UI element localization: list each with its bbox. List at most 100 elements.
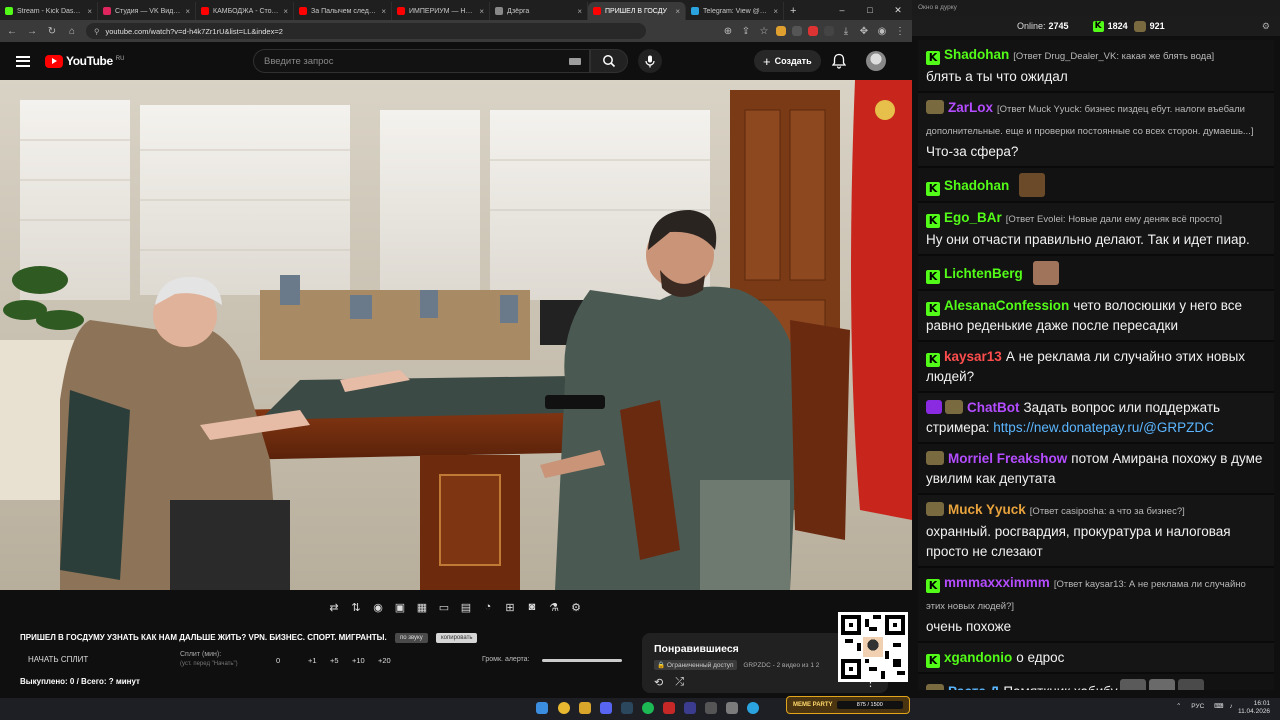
app-icon[interactable]: [663, 702, 675, 714]
chat-username[interactable]: kaysar13: [944, 349, 1002, 364]
keyboard-icon[interactable]: [569, 58, 581, 65]
reload-icon[interactable]: ↻: [46, 26, 58, 37]
tab-close-icon[interactable]: ×: [675, 7, 680, 16]
browser-tab[interactable]: ПРИШЕЛ В ГОСДУ ×: [588, 2, 686, 20]
chat-username[interactable]: Shadohan: [944, 178, 1009, 193]
split-plus-10[interactable]: +10: [352, 656, 365, 665]
shuffle-icon[interactable]: ⤮: [675, 676, 684, 689]
flask-icon[interactable]: ⚗: [545, 598, 563, 616]
discord-icon[interactable]: [600, 702, 612, 714]
sort-icon[interactable]: ⇅: [347, 598, 365, 616]
bookmark-star-icon[interactable]: ☆: [758, 26, 770, 37]
split-plus-20[interactable]: +20: [378, 656, 391, 665]
settings-gear-icon[interactable]: ⚙: [1262, 21, 1270, 32]
steam-icon[interactable]: [621, 702, 633, 714]
alert-volume-slider[interactable]: [542, 659, 622, 662]
copy-pill-button[interactable]: копировать: [435, 633, 478, 643]
chat-username[interactable]: mmmaxxximmm: [944, 575, 1050, 590]
donate-link[interactable]: https://new.donatepay.ru/@GRPZDC: [993, 420, 1214, 435]
taskbar-clock[interactable]: 16:01 11.04.2026: [1238, 700, 1270, 716]
tab-close-icon[interactable]: ×: [577, 7, 582, 16]
chat-username[interactable]: Muck Yyuck: [948, 502, 1026, 517]
file-explorer-icon[interactable]: [579, 702, 591, 714]
url-field[interactable]: ⚲ youtube.com/watch?v=d-h4k7Zr1rU&list=L…: [86, 23, 646, 39]
tab-close-icon[interactable]: ×: [87, 7, 92, 16]
home-icon[interactable]: ⌂: [66, 26, 78, 37]
search-input[interactable]: Введите запрос: [253, 49, 590, 73]
tab-close-icon[interactable]: ×: [283, 7, 288, 16]
hamburger-menu-icon[interactable]: [16, 53, 30, 69]
screenshot-camera-icon[interactable]: ◙: [523, 598, 541, 616]
volume-icon[interactable]: ♪: [1229, 703, 1232, 710]
picture-in-picture-icon[interactable]: ▭: [435, 598, 453, 616]
extensions-puzzle-icon[interactable]: ✥: [858, 26, 870, 37]
extension-icon[interactable]: [792, 26, 802, 36]
close-window-button[interactable]: ✕: [884, 0, 912, 20]
speed-gauge-icon[interactable]: ◔: [479, 598, 497, 616]
browser-tab[interactable]: За Палычем следят и р ×: [294, 2, 392, 20]
new-tab-button[interactable]: +: [784, 2, 802, 20]
network-icon[interactable]: ⌨: [1214, 703, 1223, 710]
split-value-0[interactable]: 0: [276, 656, 280, 665]
youtube-logo[interactable]: YouTube RU: [45, 54, 124, 68]
view-icon[interactable]: ▣: [391, 598, 409, 616]
start-windows-icon[interactable]: [536, 702, 548, 714]
browser-tab[interactable]: КАМБОДЖА - Столица×: [196, 2, 294, 20]
subtitles-icon[interactable]: ▤: [457, 598, 475, 616]
share-icon[interactable]: ⇪: [740, 26, 752, 37]
split-plus-5[interactable]: +5: [330, 656, 339, 665]
extension-icon[interactable]: [776, 26, 786, 36]
extension-icon[interactable]: [808, 26, 818, 36]
extension-icon[interactable]: [824, 26, 834, 36]
tab-close-icon[interactable]: ×: [479, 7, 484, 16]
sound-pill-button[interactable]: по звуку: [394, 633, 428, 643]
chat-username[interactable]: Ego_BAr: [944, 210, 1002, 225]
chat-username[interactable]: ChatBot: [967, 400, 1020, 415]
browser-tab[interactable]: Дзёрга ×: [490, 2, 588, 20]
obs-icon[interactable]: [684, 702, 696, 714]
chat-message-list[interactable]: K Shadohan [Ответ Drug_Dealer_VK: какая же…: [918, 40, 1274, 690]
start-split-button[interactable]: НАЧАТЬ СПЛИТ: [28, 655, 88, 664]
add-box-icon[interactable]: ⊞: [501, 598, 519, 616]
tab-close-icon[interactable]: ×: [381, 7, 386, 16]
telegram-icon[interactable]: [747, 702, 759, 714]
maximize-button[interactable]: □: [856, 0, 884, 20]
chat-username[interactable]: ZarLox: [948, 100, 993, 115]
app-icon[interactable]: [726, 702, 738, 714]
browser-tab[interactable]: Stream - Kick Dashboard ×: [0, 2, 98, 20]
download-icon[interactable]: ⤓: [840, 26, 852, 37]
loop-playlist-icon[interactable]: ⟲: [654, 676, 663, 689]
notifications-bell-icon[interactable]: [832, 53, 846, 69]
voice-search-button[interactable]: [638, 49, 662, 73]
tray-chevron-icon[interactable]: ⌃: [1176, 703, 1181, 710]
split-plus-1[interactable]: +1: [308, 656, 317, 665]
spotify-icon[interactable]: [642, 702, 654, 714]
clapperboard-icon[interactable]: ▦: [413, 598, 431, 616]
app-icon[interactable]: [705, 702, 717, 714]
tab-close-icon[interactable]: ×: [185, 7, 190, 16]
minimize-button[interactable]: –: [828, 0, 856, 20]
broadcast-icon[interactable]: ◉: [369, 598, 387, 616]
back-icon[interactable]: ←: [6, 26, 18, 37]
chat-username[interactable]: Morriel Freakshow: [948, 451, 1067, 466]
browser-tab[interactable]: Студия — VK Видео Ли×: [98, 2, 196, 20]
forward-icon[interactable]: →: [26, 26, 38, 37]
chat-username[interactable]: xgandonio: [944, 650, 1012, 665]
search-button[interactable]: [590, 49, 628, 73]
browser-tab[interactable]: ИМПЕРИУМ — НЕ РО ×: [392, 2, 490, 20]
settings-gear-icon[interactable]: ⚙: [567, 598, 585, 616]
create-button[interactable]: + Создать: [754, 50, 821, 72]
tab-close-icon[interactable]: ×: [773, 7, 778, 16]
browser-tab[interactable]: Telegram: View @dvach ×: [686, 2, 784, 20]
chat-username[interactable]: Раста.Д: [948, 684, 999, 690]
chat-username[interactable]: AlesanaConfession: [944, 298, 1069, 313]
chat-username[interactable]: LichtenBerg: [944, 266, 1023, 281]
chrome-icon[interactable]: [558, 702, 570, 714]
keyboard-language[interactable]: РУС: [1191, 703, 1204, 710]
video-player[interactable]: [0, 80, 912, 590]
zoom-icon[interactable]: ⊕: [722, 26, 734, 37]
site-info-icon[interactable]: ⚲: [94, 27, 100, 36]
profile-icon[interactable]: ◉: [876, 26, 888, 37]
loop-icon[interactable]: ⇄: [325, 598, 343, 616]
avatar[interactable]: [866, 51, 886, 71]
